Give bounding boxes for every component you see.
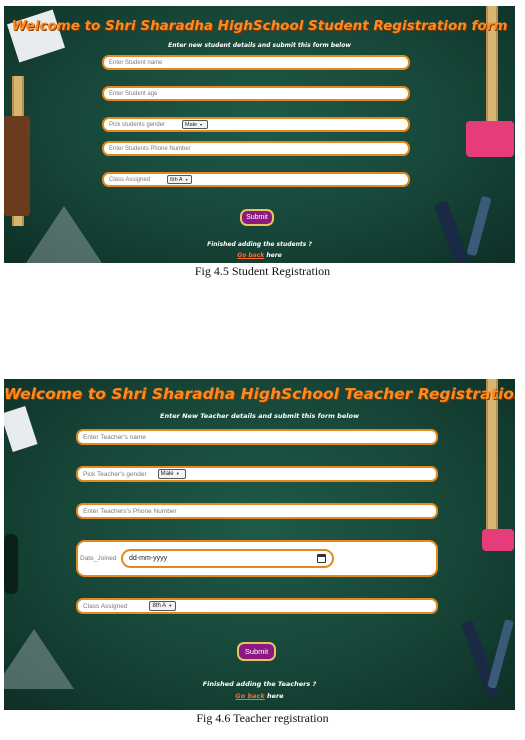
student-class-field: Class Assigned 6th A ▾ — [102, 172, 410, 187]
teacher-registration-screenshot: Welcome to Shri Sharadha HighSchool Teac… — [4, 379, 515, 710]
chevron-down-icon: ▾ — [199, 122, 203, 127]
here-text: here — [266, 252, 282, 259]
finished-text: Finished adding the students ? — [207, 241, 312, 248]
teacher-name-input[interactable]: Enter Teacher's name — [76, 429, 438, 445]
compass-decoration — [487, 619, 514, 689]
teacher-submit-button[interactable]: Submit — [237, 642, 276, 661]
form-subtitle: Enter New Teacher details and submit thi… — [160, 412, 359, 420]
student-gender-label: Pick students gender — [109, 121, 166, 128]
date-joined-label: Date_Joined — [80, 555, 117, 562]
teacher-phone-placeholder: Enter Teachers's Phone Number — [83, 507, 177, 515]
student-gender-field: Pick students gender Male ▾ — [102, 117, 410, 132]
student-submit-button[interactable]: Submit — [240, 209, 274, 226]
highlighter-decoration — [466, 121, 514, 157]
teacher-gender-value: Male — [160, 471, 174, 477]
form-title: Welcome to Shri Sharadha HighSchool Teac… — [4, 385, 515, 403]
student-gender-value: Male — [185, 121, 197, 128]
teacher-gender-select[interactable]: Male ▾ — [157, 469, 186, 479]
ruler-decoration — [486, 379, 498, 549]
chevron-down-icon: ▾ — [169, 603, 172, 608]
go-back-line: Go back here — [4, 692, 515, 700]
form-subtitle: Enter new student details and submit thi… — [168, 42, 351, 49]
student-age-placeholder: Enter Student age — [109, 90, 158, 97]
student-name-input[interactable]: Enter Student name — [102, 55, 410, 70]
dark-object-decoration — [4, 534, 18, 594]
go-back-link[interactable]: Go back — [235, 692, 264, 700]
teacher-name-placeholder: Enter Teacher's name — [83, 433, 146, 441]
calendar-icon[interactable] — [317, 554, 326, 563]
teacher-class-field: Class Assigned 8th A ▾ — [76, 598, 438, 614]
student-gender-select[interactable]: Male ▾ — [182, 120, 209, 129]
student-class-label: Class Assigned — [109, 176, 151, 183]
form-title: Welcome to Shri Sharadha HighSchool Stud… — [11, 18, 508, 34]
student-class-select[interactable]: 6th A ▾ — [167, 175, 193, 184]
go-back-line: Go back here — [4, 252, 515, 259]
student-name-placeholder: Enter Student name — [109, 59, 163, 66]
chevron-down-icon: ▾ — [185, 177, 188, 182]
student-age-input[interactable]: Enter Student age — [102, 86, 410, 101]
teacher-class-label: Class Assigned — [83, 602, 128, 610]
teacher-phone-input[interactable]: Enter Teachers's Phone Number — [76, 503, 438, 519]
teacher-figure-caption: Fig 4.6 Teacher registration — [196, 711, 329, 725]
teacher-gender-label: Pick Teacher's gender — [83, 470, 147, 478]
student-figure-caption: Fig 4.5 Student Registration — [194, 264, 331, 278]
date-placeholder: dd-mm-yyyy — [129, 555, 168, 562]
student-class-value: 6th A — [170, 176, 183, 183]
finished-text: Finished adding the Teachers ? — [202, 680, 317, 688]
student-phone-placeholder: Enter Students Phone Number — [109, 145, 191, 152]
date-joined-input[interactable]: dd-mm-yyyy — [121, 549, 334, 568]
teacher-gender-field: Pick Teacher's gender Male ▾ — [76, 466, 438, 482]
here-text: here — [266, 692, 284, 700]
chevron-down-icon: ▾ — [176, 471, 179, 476]
highlighter-decoration — [482, 529, 514, 551]
go-back-link[interactable]: Go back — [237, 252, 264, 259]
abacus-decoration — [4, 116, 30, 216]
teacher-class-select[interactable]: 8th A ▾ — [149, 601, 177, 611]
student-phone-input[interactable]: Enter Students Phone Number — [102, 141, 410, 156]
student-registration-screenshot: Welcome to Shri Sharadha HighSchool Stud… — [4, 6, 515, 263]
teacher-class-value: 8th A — [152, 603, 167, 609]
